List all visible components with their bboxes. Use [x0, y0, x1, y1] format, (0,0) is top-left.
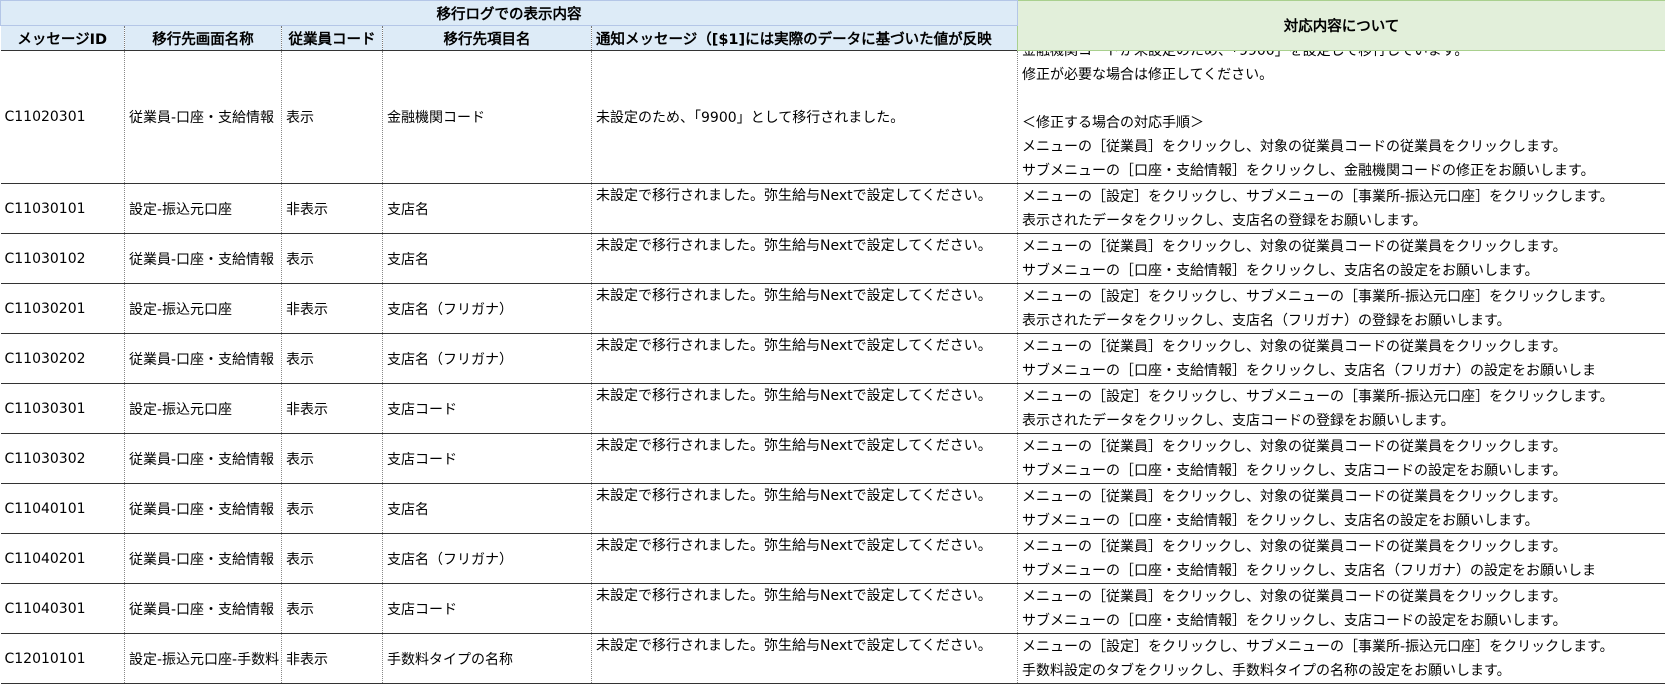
cell-notice-message: 未設定で移行されました。弥生給与Nextで設定してください。	[591, 533, 1019, 584]
cell-item-name: 金融機関コード	[382, 50, 592, 184]
cell-response: メニューの［設定］をクリックし、サブメニューの［事業所-振込元口座］をクリックし…	[1017, 183, 1665, 234]
cell-item-name: 支店名	[382, 183, 592, 234]
cell-employee-code: 非表示	[281, 283, 383, 334]
cell-response: メニューの［従業員］をクリックし、対象の従業員コードの従業員をクリックします。 …	[1017, 583, 1665, 634]
cell-screen-name: 従業員-口座・支給情報	[124, 233, 282, 284]
group-header-log: 移行ログでの表示内容	[0, 0, 1019, 26]
cell-response: メニューの［従業員］をクリックし、対象の従業員コードの従業員をクリックします。 …	[1017, 483, 1665, 534]
table-row: C11030302 従業員-口座・支給情報 表示 支店コード 未設定で移行されま…	[0, 433, 1665, 484]
response-text: メニューの［従業員］をクリックし、対象の従業員コードの従業員をクリックします。 …	[1022, 539, 1597, 579]
cell-response: メニューの［従業員］をクリックし、対象の従業員コードの従業員をクリックします。 …	[1017, 533, 1665, 584]
cell-notice-message: 未設定で移行されました。弥生給与Nextで設定してください。	[591, 633, 1019, 684]
cell-item-name: 支店名（フリガナ）	[382, 533, 592, 584]
cell-message-id: C11030102	[0, 233, 125, 284]
group-header-row: 移行ログでの表示内容 対応内容について	[0, 0, 1665, 51]
response-text: メニューの［従業員］をクリックし、対象の従業員コードの従業員をクリックします。 …	[1022, 489, 1567, 529]
cell-response: メニューの［従業員］をクリックし、対象の従業員コードの従業員をクリックします。 …	[1017, 233, 1665, 284]
table-row: C11030101 設定-振込元口座 非表示 支店名 未設定で移行されました。弥…	[0, 183, 1665, 234]
column-header-screen-name: 移行先画面名称	[124, 25, 282, 51]
table-row: C12010101 設定-振込元口座-手数料 非表示 手数料タイプの名称 未設定…	[0, 633, 1665, 684]
cell-response: メニューの［従業員］をクリックし、対象の従業員コードの従業員をクリックします。 …	[1017, 433, 1665, 484]
cell-notice-message: 未設定で移行されました。弥生給与Nextで設定してください。	[591, 483, 1019, 534]
table-row: C11030301 設定-振込元口座 非表示 支店コード 未設定で移行されました…	[0, 383, 1665, 434]
table-row: C11030202 従業員-口座・支給情報 表示 支店名（フリガナ） 未設定で移…	[0, 333, 1665, 384]
cell-item-name: 支店コード	[382, 583, 592, 634]
response-text: メニューの［従業員］をクリックし、対象の従業員コードの従業員をクリックします。 …	[1022, 439, 1567, 479]
cell-employee-code: 表示	[281, 50, 383, 184]
cell-screen-name: 従業員-口座・支給情報	[124, 483, 282, 534]
cell-message-id: C11040301	[0, 583, 125, 634]
cell-item-name: 支店名（フリガナ）	[382, 283, 592, 334]
cell-message-id: C11030201	[0, 283, 125, 334]
cell-notice-message: 未設定で移行されました。弥生給与Nextで設定してください。	[591, 333, 1019, 384]
cell-message-id: C11030202	[0, 333, 125, 384]
cell-message-id: C11030302	[0, 433, 125, 484]
cell-screen-name: 従業員-口座・支給情報	[124, 433, 282, 484]
cell-screen-name: 従業員-口座・支給情報	[124, 583, 282, 634]
cell-item-name: 支店名	[382, 233, 592, 284]
cell-employee-code: 非表示	[281, 383, 383, 434]
cell-employee-code: 表示	[281, 433, 383, 484]
response-text: メニューの［従業員］をクリックし、対象の従業員コードの従業員をクリックします。 …	[1022, 339, 1597, 379]
cell-response: メニューの［設定］をクリックし、サブメニューの［事業所-振込元口座］をクリックし…	[1017, 283, 1665, 334]
cell-message-id: C11030101	[0, 183, 125, 234]
cell-screen-name: 設定-振込元口座	[124, 283, 282, 334]
response-text: メニューの［従業員］をクリックし、対象の従業員コードの従業員をクリックします。 …	[1022, 589, 1567, 629]
response-text: メニューの［設定］をクリックし、サブメニューの［事業所-振込元口座］をクリックし…	[1022, 639, 1614, 679]
response-text: メニューの［従業員］をクリックし、対象の従業員コードの従業員をクリックします。 …	[1022, 239, 1567, 279]
cell-response: 金融機関コードが未設定のため、「9900」を設定して移行しています。 修正が必要…	[1017, 50, 1665, 184]
cell-response: メニューの［設定］をクリックし、サブメニューの［事業所-振込元口座］をクリックし…	[1017, 383, 1665, 434]
cell-notice-message: 未設定で移行されました。弥生給与Nextで設定してください。	[591, 283, 1019, 334]
cell-employee-code: 表示	[281, 333, 383, 384]
response-text: 金融機関コードが未設定のため、「9900」を設定して移行しています。 修正が必要…	[1022, 50, 1595, 180]
cell-notice-message: 未設定で移行されました。弥生給与Nextで設定してください。	[591, 183, 1019, 234]
cell-employee-code: 表示	[281, 233, 383, 284]
cell-item-name: 支店名	[382, 483, 592, 534]
cell-message-id: C11040201	[0, 533, 125, 584]
cell-screen-name: 従業員-口座・支給情報	[124, 50, 282, 184]
cell-screen-name: 従業員-口座・支給情報	[124, 533, 282, 584]
cell-notice-message: 未設定で移行されました。弥生給与Nextで設定してください。	[591, 433, 1019, 484]
migration-log-table: 移行ログでの表示内容 対応内容について メッセージID 移行先画面名称 従業員コ…	[0, 0, 1665, 684]
response-text: メニューの［設定］をクリックし、サブメニューの［事業所-振込元口座］をクリックし…	[1022, 189, 1614, 229]
cell-employee-code: 表示	[281, 483, 383, 534]
table-row: C11040201 従業員-口座・支給情報 表示 支店名（フリガナ） 未設定で移…	[0, 533, 1665, 584]
column-header-employee-code: 従業員コード	[281, 25, 383, 51]
cell-screen-name: 設定-振込元口座	[124, 183, 282, 234]
cell-response: メニューの［設定］をクリックし、サブメニューの［事業所-振込元口座］をクリックし…	[1017, 633, 1665, 684]
cell-screen-name: 従業員-口座・支給情報	[124, 333, 282, 384]
cell-item-name: 支店コード	[382, 383, 592, 434]
cell-screen-name: 設定-振込元口座-手数料	[124, 633, 282, 684]
column-header-notice-message: 通知メッセージ（[$1]には実際のデータに基づいた値が反映	[591, 25, 1019, 51]
table-row: C11020301 従業員-口座・支給情報 表示 金融機関コード 未設定のため、…	[0, 50, 1665, 184]
cell-item-name: 支店名（フリガナ）	[382, 333, 592, 384]
table-row: C11040101 従業員-口座・支給情報 表示 支店名 未設定で移行されました…	[0, 483, 1665, 534]
table-row: C11030102 従業員-口座・支給情報 表示 支店名 未設定で移行されました…	[0, 233, 1665, 284]
cell-employee-code: 表示	[281, 583, 383, 634]
cell-employee-code: 表示	[281, 533, 383, 584]
cell-item-name: 支店コード	[382, 433, 592, 484]
table-row: C11030201 設定-振込元口座 非表示 支店名（フリガナ） 未設定で移行さ…	[0, 283, 1665, 334]
cell-response: メニューの［従業員］をクリックし、対象の従業員コードの従業員をクリックします。 …	[1017, 333, 1665, 384]
cell-screen-name: 設定-振込元口座	[124, 383, 282, 434]
group-header-response: 対応内容について	[1017, 0, 1665, 51]
table-row: C11040301 従業員-口座・支給情報 表示 支店コード 未設定で移行されま…	[0, 583, 1665, 634]
column-header-message-id: メッセージID	[0, 25, 125, 51]
cell-employee-code: 非表示	[281, 633, 383, 684]
cell-message-id: C11040101	[0, 483, 125, 534]
cell-message-id: C12010101	[0, 633, 125, 684]
cell-message-id: C11020301	[0, 50, 125, 184]
cell-notice-message: 未設定で移行されました。弥生給与Nextで設定してください。	[591, 233, 1019, 284]
response-text: メニューの［設定］をクリックし、サブメニューの［事業所-振込元口座］をクリックし…	[1022, 289, 1614, 329]
cell-notice-message: 未設定で移行されました。弥生給与Nextで設定してください。	[591, 383, 1019, 434]
cell-employee-code: 非表示	[281, 183, 383, 234]
cell-message-id: C11030301	[0, 383, 125, 434]
column-header-item-name: 移行先項目名	[382, 25, 592, 51]
response-text: メニューの［設定］をクリックし、サブメニューの［事業所-振込元口座］をクリックし…	[1022, 389, 1614, 429]
cell-notice-message: 未設定のため、「9900」として移行されました。	[591, 50, 1019, 184]
cell-item-name: 手数料タイプの名称	[382, 633, 592, 684]
cell-notice-message: 未設定で移行されました。弥生給与Nextで設定してください。	[591, 583, 1019, 634]
